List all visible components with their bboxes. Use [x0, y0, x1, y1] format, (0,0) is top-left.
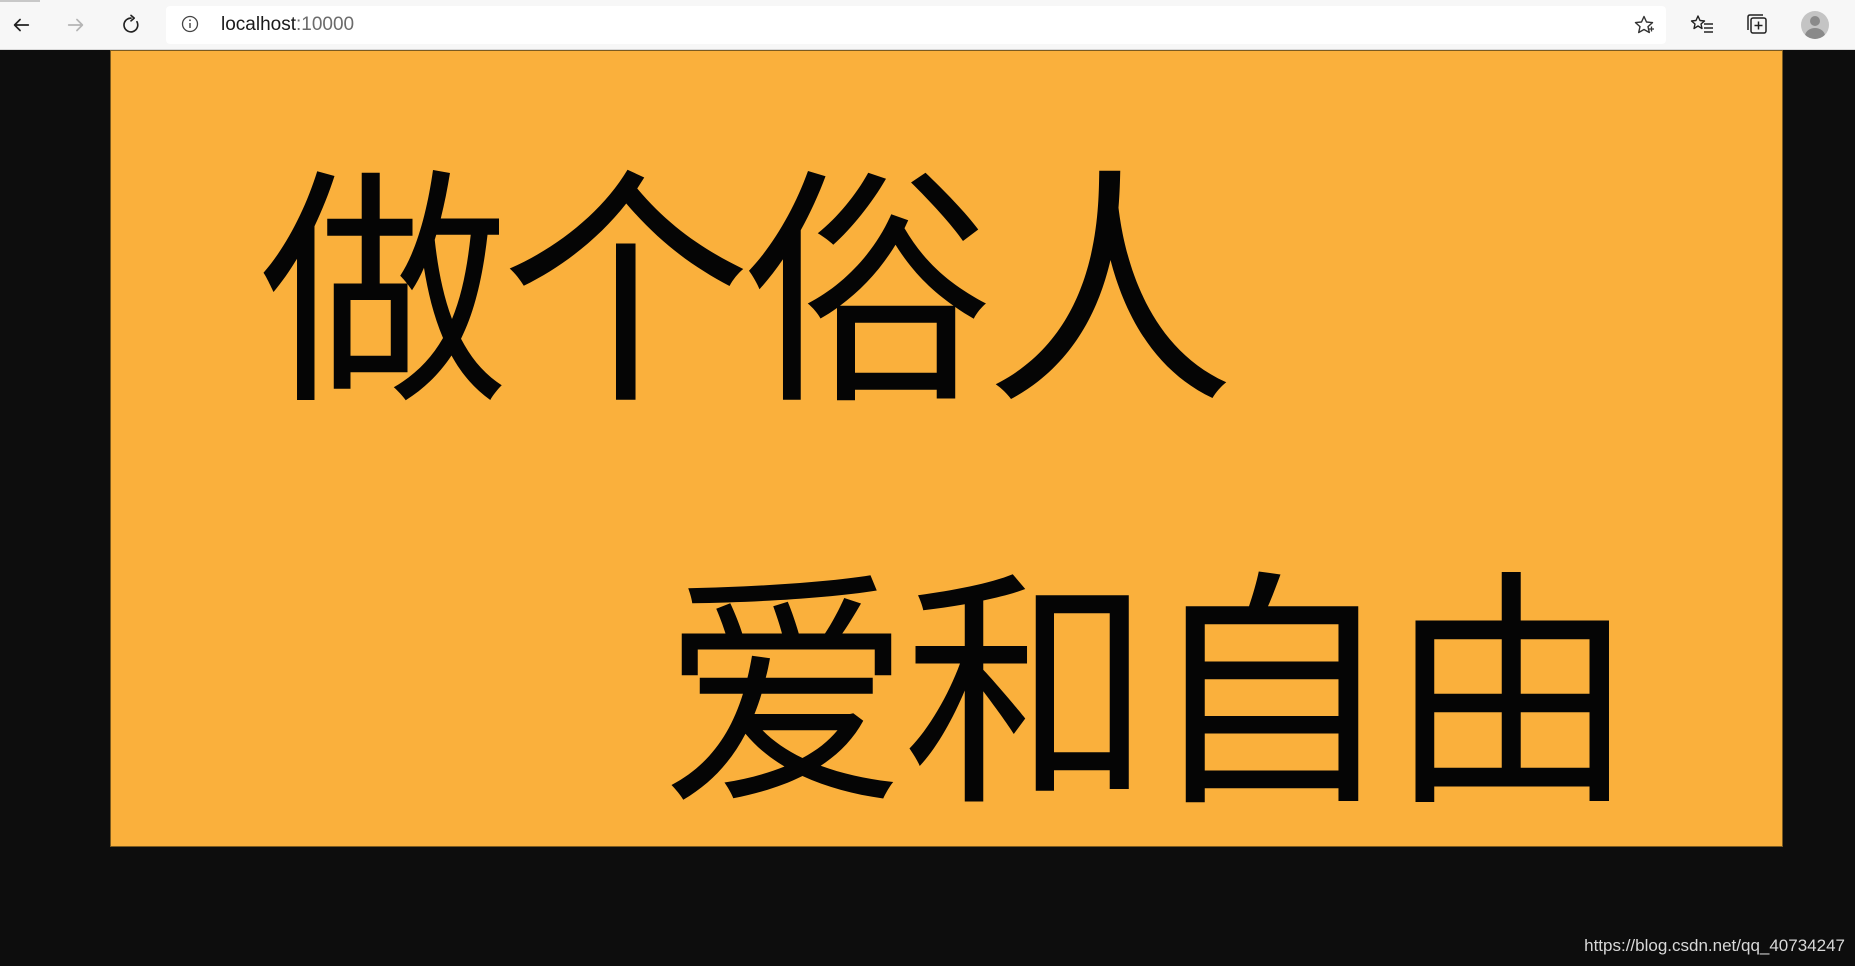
forward-arrow-icon: [67, 18, 84, 32]
orange-text-panel: 做个俗人 爱和自由: [110, 50, 1783, 847]
avatar-body: [1805, 28, 1825, 39]
address-host: localhost: [221, 14, 296, 35]
back-button[interactable]: [3, 7, 39, 43]
browser-toolbar: localhost:10000: [0, 0, 1855, 50]
watermark-url: https://blog.csdn.net/qq_40734247: [1584, 936, 1845, 955]
info-icon[interactable]: [180, 14, 200, 34]
address-url[interactable]: localhost:10000: [221, 14, 354, 36]
star-icon[interactable]: [1632, 13, 1656, 37]
favorites-list-icon[interactable]: [1689, 12, 1715, 38]
back-arrow-icon: [13, 18, 30, 32]
address-port: :10000: [296, 14, 355, 35]
page-viewport: 做个俗人 爱和自由 https://blog.csdn.net/qq_40734…: [0, 50, 1855, 966]
refresh-icon: [123, 14, 139, 33]
headline-line-2: 爱和自由: [661, 550, 1637, 841]
forward-button[interactable]: [58, 7, 94, 43]
refresh-button[interactable]: [113, 7, 149, 43]
headline-line-1: 做个俗人: [259, 148, 1235, 439]
tab-strip-indicator: [0, 0, 40, 2]
avatar-head: [1810, 16, 1820, 26]
profile-avatar-icon[interactable]: [1801, 11, 1829, 39]
collections-icon[interactable]: [1745, 12, 1771, 38]
address-bar[interactable]: localhost:10000: [166, 6, 1666, 44]
